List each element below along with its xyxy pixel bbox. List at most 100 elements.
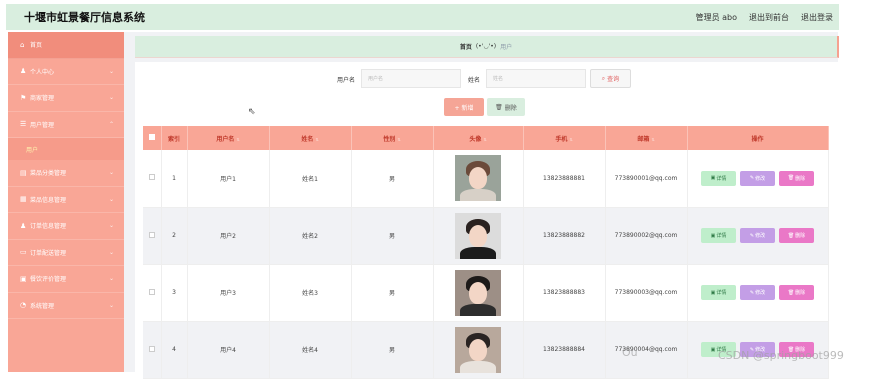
column-header[interactable]: 邮箱 ⇅ <box>605 126 688 150</box>
column-header[interactable]: 姓名 ⇅ <box>269 126 352 150</box>
cell-gender: 男 <box>351 207 434 265</box>
cell-gender: 男 <box>351 321 434 379</box>
sidebar-item-label: 首页 <box>30 42 43 50</box>
cell-email: 773890003@qq.com <box>605 264 688 322</box>
row-checkbox[interactable] <box>143 321 162 379</box>
back-to-frontend-link[interactable]: 退出到前台 <box>749 12 789 23</box>
sidebar-item-label: 用户管理 <box>30 121 55 129</box>
detail-button[interactable]: ▣ 详情 <box>701 170 736 186</box>
delete-button[interactable]: 🗑 删除 <box>779 170 814 186</box>
cell-email: 773890004@qq.com <box>605 321 688 379</box>
username-search-input[interactable]: 用户名 <box>361 69 461 88</box>
table-header: 索引 用户名 ⇅ 姓名 ⇅ 性别 ⇅ 头像 ⇅ 手机 ⇅ 邮箱 ⇅ 操作 <box>143 126 829 150</box>
row-checkbox[interactable] <box>143 264 162 322</box>
user-table: 索引 用户名 ⇅ 姓名 ⇅ 性别 ⇅ 头像 ⇅ 手机 ⇅ 邮箱 ⇅ 操作 1 用户1 姓名1 男 1… <box>143 126 829 379</box>
edit-button[interactable]: ✎ 修改 <box>740 170 775 186</box>
delete-button[interactable]: 🗑 删除 <box>779 228 814 243</box>
column-header[interactable]: 头像 ⇅ <box>433 126 524 150</box>
sidebar-item-label: 商家管理 <box>30 95 55 103</box>
avatar <box>455 155 501 202</box>
add-button[interactable]: + 新增 <box>444 98 484 116</box>
cell-index: 1 <box>161 150 188 208</box>
edit-icon: ✎ <box>749 232 755 239</box>
sidebar-item[interactable]: ◔ 系统管理 ⌄ <box>8 293 124 319</box>
chevron-down-icon: ⌄ <box>108 94 114 102</box>
batch-delete-button[interactable]: 🗑 删除 <box>487 98 525 116</box>
cell-avatar <box>433 150 524 208</box>
avatar <box>455 326 501 373</box>
query-button-label: 查询 <box>607 76 620 83</box>
cell-username: 用户4 <box>187 321 270 379</box>
top-bar: 十堰市虹景餐厅信息系统 管理员 abo 退出到前台 退出登录 <box>6 4 839 30</box>
name-search-input[interactable]: 姓名 <box>486 69 586 88</box>
cell-index: 2 <box>161 207 188 265</box>
order-icon: ♟ <box>20 221 27 230</box>
sidebar-item[interactable]: ⚑ 商家管理 ⌄ <box>8 85 124 112</box>
sidebar-item[interactable]: ♟ 个人中心 ⌄ <box>8 59 124 85</box>
cell-phone: 13823888881 <box>523 150 606 208</box>
name-label: 姓名 <box>468 77 481 84</box>
trash-icon: 🗑 <box>787 175 795 182</box>
cell-index: 4 <box>161 321 188 379</box>
logout-link[interactable]: 退出登录 <box>801 12 833 23</box>
sidebar-item-label: 个人中心 <box>30 68 55 76</box>
delete-button[interactable]: 🗑 删除 <box>779 285 814 300</box>
breadcrumb-current: 用户 <box>500 44 513 51</box>
sidebar-item[interactable]: ▤ 菜品分类管理 ⌄ <box>8 160 124 187</box>
cell-email: 773890001@qq.com <box>605 150 688 208</box>
edit-button[interactable]: ✎ 修改 <box>740 285 775 300</box>
sidebar-item[interactable]: ▦ 菜品信息管理 ⌄ <box>8 187 124 213</box>
breadcrumb-home[interactable]: 首页 <box>460 42 472 51</box>
cell-avatar <box>433 321 524 379</box>
cell-phone: 13823888884 <box>523 321 606 379</box>
search-icon: ⌕ <box>601 74 606 82</box>
query-button[interactable]: ⌕ 查询 <box>590 69 631 88</box>
category-icon: ▤ <box>20 168 27 177</box>
sidebar-item-label: 菜品分类管理 <box>30 170 67 178</box>
column-header[interactable]: 手机 ⇅ <box>523 126 606 150</box>
sidebar-item-label: 订单信息管理 <box>30 223 67 231</box>
sidebar-item[interactable]: ▣ 餐饮评价管理 ⌄ <box>8 266 124 293</box>
cell-phone: 13823888883 <box>523 264 606 322</box>
sort-icon: ⇅ <box>651 136 655 142</box>
sidebar-item[interactable]: ▭ 订单配送管理 ⌄ <box>8 240 124 266</box>
person-icon: ♟ <box>20 67 27 76</box>
sidebar-item[interactable]: ☰ 用户管理 ⌃ <box>8 112 124 138</box>
sort-icon: ⇅ <box>315 136 319 142</box>
detail-icon: ▣ <box>710 346 716 353</box>
detail-button[interactable]: ▣ 详情 <box>701 285 736 300</box>
app-title: 十堰市虹景餐厅信息系统 <box>24 11 145 24</box>
table-row: 2 用户2 姓名2 男 13823888882 773890002@qq.com ▣ 详情 ✎ 修… <box>143 207 829 265</box>
chevron-down-icon: ⌄ <box>108 275 114 283</box>
cell-username: 用户3 <box>187 264 270 322</box>
row-checkbox[interactable] <box>143 207 162 265</box>
sidebar-item[interactable]: ♟ 订单信息管理 ⌄ <box>8 213 124 240</box>
edit-button[interactable]: ✎ 修改 <box>740 228 775 243</box>
sidebar: ⌂ 首页 ♟ 个人中心 ⌄ ⚑ 商家管理 ⌄ ☰ 用户管理 ⌃ 用户 ▤ 菜品分类管理 ⌄ ▦ 菜品信息管理 ⌄ ♟… <box>8 32 124 372</box>
cell-name: 姓名3 <box>269 264 352 322</box>
column-header[interactable]: 性别 ⇅ <box>351 126 434 150</box>
batch-delete-label: 删除 <box>504 104 517 112</box>
breadcrumb: 首页 (•'◡'•) 用户 <box>135 36 839 58</box>
sidebar-item[interactable]: ⌂ 首页 <box>8 32 124 59</box>
cell-avatar <box>433 264 524 322</box>
detail-icon: ▣ <box>710 289 716 296</box>
edit-icon: ✎ <box>749 289 755 296</box>
column-header[interactable]: 用户名 ⇅ <box>187 126 270 150</box>
chevron-down-icon: ⌄ <box>108 222 114 230</box>
username-label: 用户名 <box>337 77 356 84</box>
cell-actions: ▣ 详情 ✎ 修改 🗑 删除 <box>687 264 829 322</box>
select-all-checkbox[interactable] <box>143 126 162 150</box>
trash-icon: 🗑 <box>787 289 795 296</box>
settings-icon: ◔ <box>20 301 27 310</box>
detail-button[interactable]: ▣ 详情 <box>701 228 736 243</box>
sidebar-subitem-user[interactable]: 用户 <box>8 138 124 160</box>
watermark-right: CSDN @springboot999 <box>718 349 844 362</box>
search-bar: 用户名 用户名 姓名 姓名 ⌕ 查询 <box>135 69 839 89</box>
cell-name: 姓名4 <box>269 321 352 379</box>
breadcrumb-face: (•'◡'•) <box>475 43 497 50</box>
watermark-left: Ou <box>622 346 638 359</box>
table-row: 3 用户3 姓名3 男 13823888883 773890003@qq.com ▣ 详情 ✎ 修… <box>143 264 829 322</box>
row-checkbox[interactable] <box>143 150 162 208</box>
sort-icon: ⇅ <box>483 136 487 142</box>
